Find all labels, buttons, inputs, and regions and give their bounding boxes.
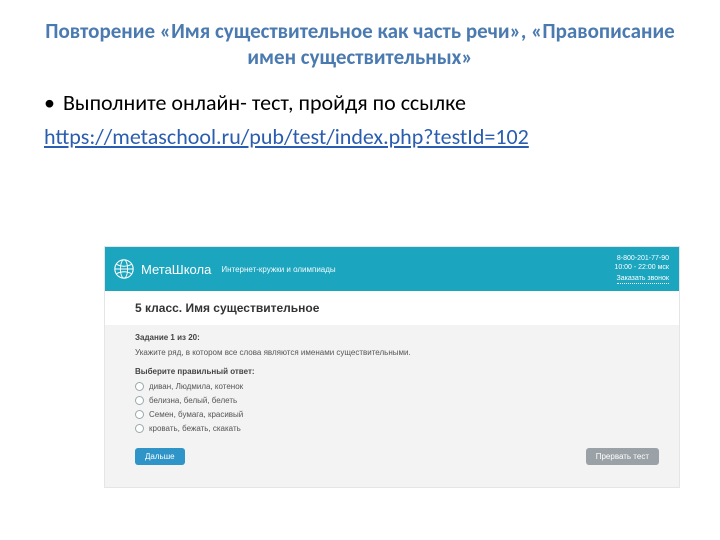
radio-icon[interactable]: [135, 382, 144, 391]
radio-icon[interactable]: [135, 396, 144, 405]
radio-icon[interactable]: [135, 410, 144, 419]
contact-hours: 10:00 - 22:00 мск: [614, 263, 669, 272]
option-3[interactable]: кровать, бежать, скакать: [135, 424, 669, 433]
page-title: 5 класс. Имя существительное: [105, 291, 679, 325]
bullet-dot: •: [44, 89, 55, 117]
task-number: Задание 1 из 20:: [135, 333, 669, 342]
option-label: кровать, бежать, скакать: [149, 424, 241, 433]
slide-title: Повторение «Имя существительное как част…: [30, 18, 690, 71]
option-2[interactable]: Семен, бумага, красивый: [135, 410, 669, 419]
option-label: белизна, белый, белеть: [149, 396, 237, 405]
callback-link[interactable]: Заказать звонок: [617, 274, 669, 284]
contact-phone: 8-800-201-77-90: [614, 254, 669, 263]
quiz-footer: Дальше Прервать тест: [135, 438, 669, 477]
radio-icon[interactable]: [135, 424, 144, 433]
option-0[interactable]: диван, Людмила, котенок: [135, 382, 669, 391]
abort-button[interactable]: Прервать тест: [586, 448, 659, 465]
bullet-row: • Выполните онлайн- тест, пройдя по ссыл…: [30, 89, 690, 118]
test-link[interactable]: https://metaschool.ru/pub/test/index.php…: [30, 123, 690, 152]
task-text: Укажите ряд, в котором все слова являютс…: [135, 348, 669, 357]
site-header: МетаШкола Интернет-кружки и олимпиады 8-…: [105, 247, 679, 291]
brand-tagline: Интернет-кружки и олимпиады: [221, 265, 335, 274]
option-label: Семен, бумага, красивый: [149, 410, 243, 419]
brand[interactable]: МетаШкола Интернет-кружки и олимпиады: [113, 258, 336, 280]
option-1[interactable]: белизна, белый, белеть: [135, 396, 669, 405]
bullet-text: Выполните онлайн- тест, пройдя по ссылке: [63, 89, 466, 118]
contact-block: 8-800-201-77-90 10:00 - 22:00 мск Заказа…: [614, 254, 669, 283]
pick-label: Выберите правильный ответ:: [135, 367, 669, 376]
next-button[interactable]: Дальше: [135, 448, 185, 465]
embedded-screenshot: МетаШкола Интернет-кружки и олимпиады 8-…: [104, 246, 680, 488]
option-label: диван, Людмила, котенок: [149, 382, 243, 391]
brand-name: МетаШкола: [141, 262, 211, 277]
quiz-panel: Задание 1 из 20: Укажите ряд, в котором …: [105, 325, 679, 487]
globe-icon: [113, 258, 135, 280]
